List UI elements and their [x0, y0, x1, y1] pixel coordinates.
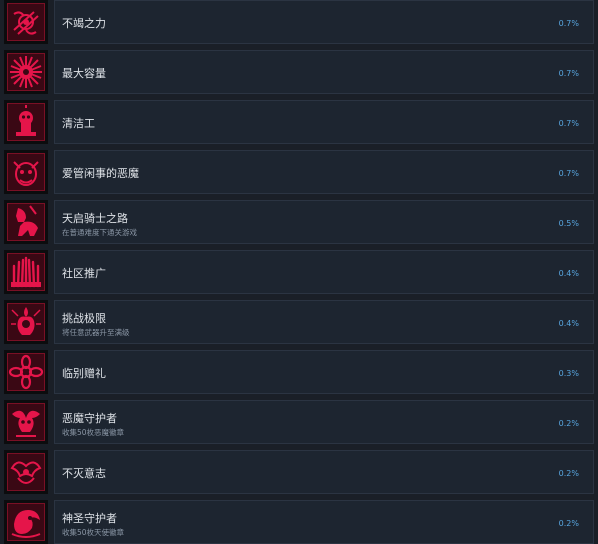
- achievement-row[interactable]: 最大容量 0.7%: [4, 50, 594, 94]
- unlock-percentage: 0.7%: [558, 69, 579, 78]
- achievement-title: 挑战极限: [62, 312, 106, 325]
- achievement-description: 在普通难度下通关游戏: [62, 228, 137, 237]
- achievement-title: 临别赠礼: [62, 367, 106, 380]
- achievement-panel: 临别赠礼 0.3%: [54, 350, 594, 394]
- unlock-percentage: 0.4%: [558, 269, 579, 278]
- flame-figure-icon: [7, 303, 45, 341]
- achievement-title: 不灭意志: [62, 467, 106, 480]
- unlock-percentage: 0.2%: [558, 519, 579, 528]
- angel-guardian-icon: [7, 503, 45, 541]
- achievement-row[interactable]: 爱管闲事的恶魔 0.7%: [4, 150, 594, 194]
- achievement-icon-frame: [4, 150, 48, 194]
- winged-will-icon: [7, 453, 45, 491]
- achievement-row[interactable]: 天启骑士之路在普通难度下通关游戏 0.5%: [4, 200, 594, 244]
- achievement-row[interactable]: 神圣守护者收集50枚天使徽章 0.2%: [4, 500, 594, 544]
- achievement-panel: 清洁工 0.7%: [54, 100, 594, 144]
- crowd-hands-icon: [7, 253, 45, 291]
- achievement-row[interactable]: 清洁工 0.7%: [4, 100, 594, 144]
- achievement-description: 将任意武器升至满级: [62, 328, 130, 337]
- achievement-panel: 不灭意志 0.2%: [54, 450, 594, 494]
- achievement-title: 清洁工: [62, 117, 95, 130]
- achievement-panel: 不竭之力 0.7%: [54, 0, 594, 44]
- achievement-panel: 天启骑士之路在普通难度下通关游戏 0.5%: [54, 200, 594, 244]
- achievement-icon-frame: [4, 100, 48, 144]
- achievement-row[interactable]: 临别赠礼 0.3%: [4, 350, 594, 394]
- achievement-icon-frame: [4, 400, 48, 444]
- achievement-panel: 爱管闲事的恶魔 0.7%: [54, 150, 594, 194]
- unlock-percentage: 0.4%: [558, 319, 579, 328]
- achievement-icon-frame: [4, 200, 48, 244]
- unlock-percentage: 0.3%: [558, 369, 579, 378]
- achievement-title: 爱管闲事的恶魔: [62, 167, 139, 180]
- achievement-icon-frame: [4, 500, 48, 544]
- achievement-title: 神圣守护者: [62, 512, 117, 525]
- achievement-title: 恶魔守护者: [62, 412, 117, 425]
- unlock-percentage: 0.5%: [558, 219, 579, 228]
- achievement-row[interactable]: 社区推广 0.4%: [4, 250, 594, 294]
- achievement-panel: 社区推广 0.4%: [54, 250, 594, 294]
- demon-guardian-icon: [7, 403, 45, 441]
- achievement-icon-frame: [4, 300, 48, 344]
- achievement-icon-frame: [4, 450, 48, 494]
- achievement-panel: 挑战极限将任意武器升至满级 0.4%: [54, 300, 594, 344]
- unlock-percentage: 0.7%: [558, 119, 579, 128]
- achievement-panel: 最大容量 0.7%: [54, 50, 594, 94]
- achievement-icon-frame: [4, 250, 48, 294]
- achievement-row[interactable]: 挑战极限将任意武器升至满级 0.4%: [4, 300, 594, 344]
- demon-face-icon: [7, 153, 45, 191]
- sword-crest-icon: [7, 3, 45, 41]
- unlock-percentage: 0.2%: [558, 419, 579, 428]
- achievement-title: 社区推广: [62, 267, 106, 280]
- achievement-icon-frame: [4, 50, 48, 94]
- unlock-percentage: 0.7%: [558, 169, 579, 178]
- achievement-panel: 恶魔守护者收集50枚恶魔徽章 0.2%: [54, 400, 594, 444]
- achievement-description: 收集50枚天使徽章: [62, 528, 125, 537]
- achievement-list: 不竭之力 0.7% 最大容量 0.7% 清洁工 0.7% 爱管闲事的恶魔 0.7% 天启骑士之路…: [0, 0, 598, 544]
- knight-rider-icon: [7, 203, 45, 241]
- gift-flower-icon: [7, 353, 45, 391]
- achievement-icon-frame: [4, 350, 48, 394]
- unlock-percentage: 0.2%: [558, 469, 579, 478]
- achievement-title: 不竭之力: [62, 17, 106, 30]
- unlock-percentage: 0.7%: [558, 19, 579, 28]
- achievement-title: 最大容量: [62, 67, 106, 80]
- burst-icon: [7, 53, 45, 91]
- achievement-icon-frame: [4, 0, 48, 44]
- achievement-row[interactable]: 不灭意志 0.2%: [4, 450, 594, 494]
- achievement-panel: 神圣守护者收集50枚天使徽章 0.2%: [54, 500, 594, 544]
- achievement-description: 收集50枚恶魔徽章: [62, 428, 125, 437]
- janitor-skull-icon: [7, 103, 45, 141]
- achievement-row[interactable]: 恶魔守护者收集50枚恶魔徽章 0.2%: [4, 400, 594, 444]
- achievement-row[interactable]: 不竭之力 0.7%: [4, 0, 594, 44]
- achievement-title: 天启骑士之路: [62, 212, 128, 225]
